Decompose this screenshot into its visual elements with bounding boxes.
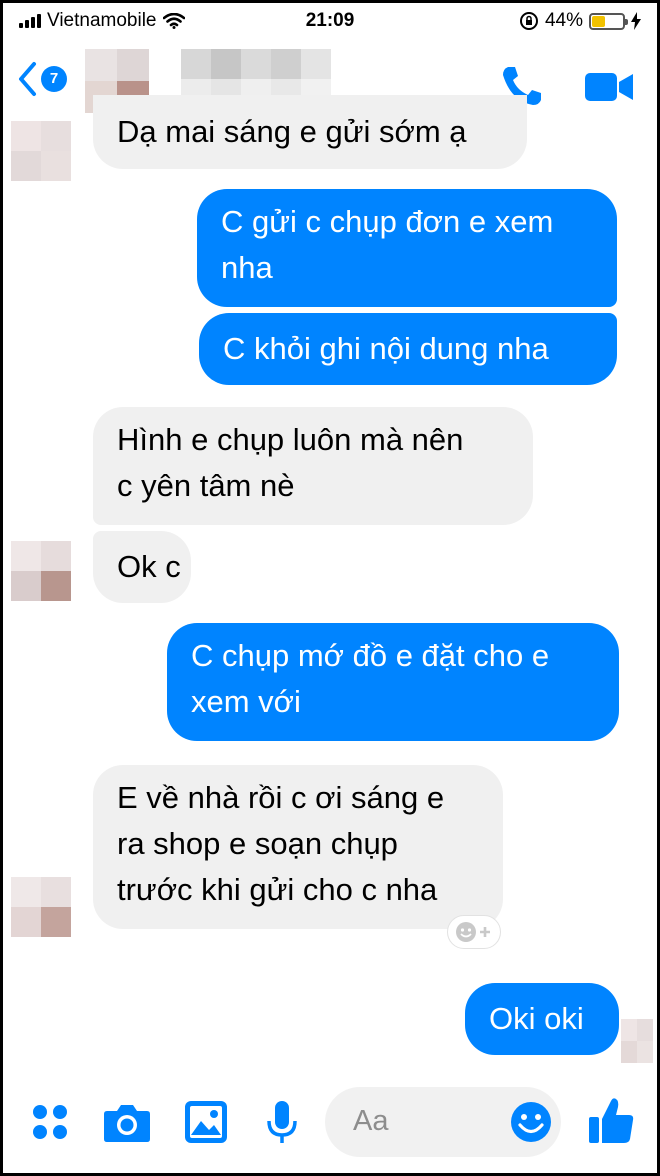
message-text: Ok c: [117, 549, 181, 584]
video-camera-icon: [585, 73, 633, 101]
apps-grid-icon[interactable]: [31, 1103, 69, 1141]
thumbs-up-icon[interactable]: [587, 1095, 635, 1147]
messenger-screen: Vietnamobile 21:09 44% 7 Dạ mai sáng e g…: [3, 3, 657, 1173]
message-bubble-outgoing[interactable]: C gửi c chụp đơn e xem nha: [197, 189, 617, 307]
contact-avatar[interactable]: [11, 541, 71, 601]
rotation-lock-icon: [519, 12, 538, 30]
message-text-line: C gửi c chụp đơn e xem: [221, 204, 554, 239]
message-input-placeholder: Aa: [353, 1105, 389, 1137]
message-text-line: Hình e chụp luôn mà nên: [117, 422, 464, 457]
message-text-line: ra shop e soạn chụp: [117, 826, 398, 861]
add-reaction-icon: [456, 922, 490, 942]
video-call-button[interactable]: [583, 67, 635, 107]
message-text-line: E về nhà rồi c ơi sáng e: [117, 780, 445, 815]
message-text: Dạ mai sáng e gửi sớm ạ: [117, 114, 467, 149]
message-bubble-outgoing[interactable]: C khỏi ghi nội dung nha: [199, 313, 617, 385]
message-text-line: trước khi gửi cho c nha: [117, 872, 438, 907]
battery-icon: [589, 12, 628, 30]
message-bubble-incoming[interactable]: Dạ mai sáng e gửi sớm ạ: [93, 95, 527, 169]
contact-avatar[interactable]: [11, 877, 71, 937]
message-bubble-incoming[interactable]: Ok c: [93, 531, 191, 603]
message-text: Oki oki: [489, 1001, 584, 1036]
back-button[interactable]: 7: [17, 61, 67, 97]
message-bubble-incoming[interactable]: Hình e chụp luôn mà nên c yên tâm nè: [93, 407, 533, 525]
charging-bolt-icon: [631, 12, 641, 30]
add-reaction-button[interactable]: [447, 915, 501, 949]
message-bubble-incoming[interactable]: E về nhà rồi c ơi sáng e ra shop e soạn …: [93, 765, 503, 929]
message-bubble-outgoing[interactable]: C chụp mớ đồ e đặt cho e xem với: [167, 623, 619, 741]
emoji-icon[interactable]: [509, 1100, 553, 1144]
message-text-line: C chụp mớ đồ e đặt cho e: [191, 638, 550, 673]
seen-receipt-avatar: [621, 1019, 653, 1063]
camera-icon[interactable]: [103, 1103, 151, 1143]
unread-count-badge: 7: [41, 66, 67, 92]
message-text-line: c yên tâm nè: [117, 468, 295, 503]
status-bar: Vietnamobile 21:09 44%: [3, 3, 657, 39]
status-right: 44%: [519, 10, 641, 32]
image-gallery-icon[interactable]: [183, 1099, 229, 1145]
message-text-line: xem với: [191, 684, 301, 719]
message-text: C khỏi ghi nội dung nha: [223, 331, 549, 366]
screenshot-frame: Vietnamobile 21:09 44% 7 Dạ mai sáng e g…: [0, 0, 660, 1176]
microphone-icon[interactable]: [265, 1099, 299, 1147]
contact-avatar[interactable]: [11, 121, 71, 181]
back-chevron-icon: [19, 62, 36, 96]
message-text-line: nha: [221, 250, 273, 285]
message-input[interactable]: Aa: [325, 1087, 561, 1157]
composer-toolbar: Aa: [3, 1085, 657, 1173]
message-bubble-outgoing[interactable]: Oki oki: [465, 983, 619, 1055]
battery-percent: 44%: [544, 10, 583, 31]
